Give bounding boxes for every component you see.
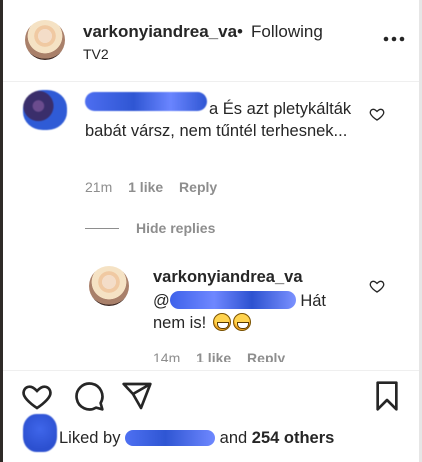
more-horizontal-icon[interactable] <box>383 36 405 42</box>
following-button[interactable]: Following <box>251 22 323 42</box>
hide-replies-button[interactable]: Hide replies <box>136 220 215 236</box>
bookmark-icon[interactable] <box>371 380 403 412</box>
likes-middle: and <box>219 429 248 447</box>
redacted-mention <box>169 291 296 309</box>
reply-meta: 14m 1 like Reply <box>153 350 297 362</box>
likes-others-link[interactable]: 254 others <box>252 429 335 447</box>
comment-icon[interactable] <box>73 380 105 412</box>
reply-author-username[interactable]: varkonyiandrea_va <box>153 268 303 287</box>
comment-likes-count[interactable]: 1 like <box>128 179 163 195</box>
likes-summary: Liked by and 254 others <box>3 412 419 462</box>
author-avatar[interactable] <box>25 20 65 60</box>
hide-replies-line <box>85 228 119 229</box>
likes-prefix: Liked by <box>59 429 121 447</box>
grinning-emoji-icon <box>232 313 251 331</box>
mention-at: @ <box>153 292 170 310</box>
reply-reply-link[interactable]: Reply <box>247 350 285 362</box>
redacted-commenter-avatar <box>23 90 67 130</box>
comment-text: a És azt pletykálták babát vársz, nem tű… <box>85 98 355 142</box>
reply-author-avatar[interactable] <box>89 266 129 306</box>
redacted-liker-name <box>125 430 216 446</box>
reply-like-heart-icon[interactable] <box>369 278 385 294</box>
comment-meta: 21m 1 like Reply <box>85 179 229 195</box>
reply-likes-count[interactable]: 1 like <box>196 350 231 362</box>
comment-reply-link[interactable]: Reply <box>179 179 217 195</box>
comment-body: a És azt pletykálták babát vársz, nem tű… <box>85 100 352 140</box>
actions-divider <box>3 370 419 371</box>
reply-text: @ Hát nem is! <box>153 290 353 334</box>
comment-like-heart-icon[interactable] <box>369 106 385 122</box>
grinning-emoji-icon <box>212 313 231 331</box>
reply-time: 14m <box>153 350 181 362</box>
post-header: varkonyiandrea_va • Following TV2 <box>3 0 419 82</box>
comment-time: 21m <box>85 179 113 195</box>
likes-text[interactable]: Liked by and 254 others <box>59 429 334 448</box>
heart-icon[interactable] <box>21 380 53 412</box>
comments-section[interactable]: a És azt pletykálták babát vársz, nem tű… <box>3 84 419 362</box>
separator-dot: • <box>237 22 243 41</box>
redacted-liker-avatar <box>23 414 57 452</box>
author-username[interactable]: varkonyiandrea_va <box>83 22 237 42</box>
send-icon[interactable] <box>121 380 153 412</box>
author-subtitle: TV2 <box>83 46 109 62</box>
